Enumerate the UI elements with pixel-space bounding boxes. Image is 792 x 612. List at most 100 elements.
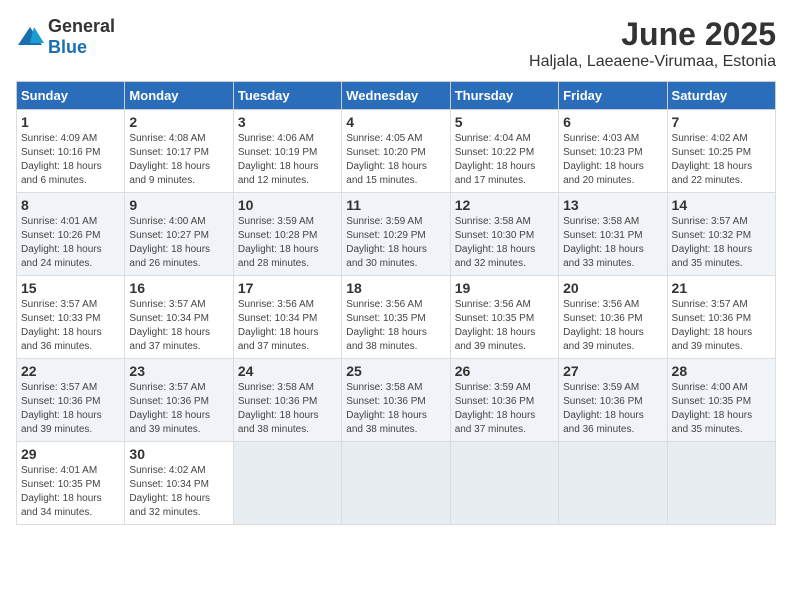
calendar-cell: 3Sunrise: 4:06 AMSunset: 10:19 PMDayligh… <box>233 110 341 193</box>
main-title: June 2025 <box>529 16 776 53</box>
day-header-saturday: Saturday <box>667 82 775 110</box>
day-detail: Sunrise: 3:58 AMSunset: 10:36 PMDaylight… <box>238 381 337 437</box>
calendar-cell: 23 Sunrise: 3:57 AMSunset: 10:36 PMDaylig… <box>125 359 233 442</box>
calendar-cell: 30 Sunrise: 4:02 AMSunset: 10:34 PMDaylig… <box>125 442 233 525</box>
calendar-cell: 15Sunrise: 3:57 AMSunset: 10:33 PMDaylig… <box>17 276 125 359</box>
day-header-wednesday: Wednesday <box>342 82 450 110</box>
day-detail: Sunrise: 3:58 AMSunset: 10:31 PMDaylight… <box>563 215 662 271</box>
day-detail: Sunrise: 3:57 AMSunset: 10:36 PMDaylight… <box>129 381 228 437</box>
calendar-cell: 28 Sunrise: 4:00 AMSunset: 10:35 PMDaylig… <box>667 359 775 442</box>
calendar-cell: 16 Sunrise: 3:57 AMSunset: 10:34 PMDaylig… <box>125 276 233 359</box>
calendar-cell: 21 Sunrise: 3:57 AMSunset: 10:36 PMDaylig… <box>667 276 775 359</box>
day-detail: Sunrise: 3:57 AMSunset: 10:32 PMDaylight… <box>672 215 771 271</box>
day-number: 3 <box>238 114 337 130</box>
day-detail: Sunrise: 4:00 AMSunset: 10:35 PMDaylight… <box>672 381 771 437</box>
calendar-cell: 19 Sunrise: 3:56 AMSunset: 10:35 PMDaylig… <box>450 276 558 359</box>
calendar-cell: 20 Sunrise: 3:56 AMSunset: 10:36 PMDaylig… <box>559 276 667 359</box>
day-detail: Sunrise: 4:04 AMSunset: 10:22 PMDaylight… <box>455 132 554 188</box>
day-detail: Sunrise: 3:57 AMSunset: 10:34 PMDaylight… <box>129 298 228 354</box>
calendar-cell <box>667 442 775 525</box>
day-detail: Sunrise: 4:01 AMSunset: 10:35 PMDaylight… <box>21 464 120 520</box>
day-number: 6 <box>563 114 662 130</box>
day-header-tuesday: Tuesday <box>233 82 341 110</box>
calendar-cell: 25 Sunrise: 3:58 AMSunset: 10:36 PMDaylig… <box>342 359 450 442</box>
day-number: 30 <box>129 446 228 462</box>
day-detail: Sunrise: 3:59 AMSunset: 10:36 PMDaylight… <box>455 381 554 437</box>
day-header-thursday: Thursday <box>450 82 558 110</box>
day-number: 2 <box>129 114 228 130</box>
day-number: 18 <box>346 280 445 296</box>
calendar-cell: 5 Sunrise: 4:04 AMSunset: 10:22 PMDayligh… <box>450 110 558 193</box>
week-row-4: 22Sunrise: 3:57 AMSunset: 10:36 PMDaylig… <box>17 359 776 442</box>
day-detail: Sunrise: 3:57 AMSunset: 10:33 PMDaylight… <box>21 298 120 354</box>
calendar-table: SundayMondayTuesdayWednesdayThursdayFrid… <box>16 81 776 525</box>
day-number: 28 <box>672 363 771 379</box>
day-number: 9 <box>129 197 228 213</box>
subtitle: Haljala, Laeaene-Virumaa, Estonia <box>529 53 776 71</box>
calendar-cell: 26 Sunrise: 3:59 AMSunset: 10:36 PMDaylig… <box>450 359 558 442</box>
day-number: 21 <box>672 280 771 296</box>
day-number: 29 <box>21 446 120 462</box>
calendar-cell <box>450 442 558 525</box>
day-detail: Sunrise: 4:02 AMSunset: 10:34 PMDaylight… <box>129 464 228 520</box>
calendar-cell <box>233 442 341 525</box>
day-detail: Sunrise: 3:56 AMSunset: 10:34 PMDaylight… <box>238 298 337 354</box>
title-area: June 2025 Haljala, Laeaene-Virumaa, Esto… <box>529 16 776 71</box>
week-row-1: 1 Sunrise: 4:09 AMSunset: 10:16 PMDayligh… <box>17 110 776 193</box>
calendar-cell: 29 Sunrise: 4:01 AMSunset: 10:35 PMDaylig… <box>17 442 125 525</box>
day-detail: Sunrise: 3:59 AMSunset: 10:36 PMDaylight… <box>563 381 662 437</box>
day-number: 5 <box>455 114 554 130</box>
calendar-cell <box>342 442 450 525</box>
day-detail: Sunrise: 3:57 AMSunset: 10:36 PMDaylight… <box>672 298 771 354</box>
day-number: 14 <box>672 197 771 213</box>
day-number: 16 <box>129 280 228 296</box>
calendar-cell: 24 Sunrise: 3:58 AMSunset: 10:36 PMDaylig… <box>233 359 341 442</box>
day-number: 13 <box>563 197 662 213</box>
header-row: SundayMondayTuesdayWednesdayThursdayFrid… <box>17 82 776 110</box>
day-number: 4 <box>346 114 445 130</box>
calendar-cell: 9 Sunrise: 4:00 AMSunset: 10:27 PMDayligh… <box>125 193 233 276</box>
day-detail: Sunrise: 3:58 AMSunset: 10:30 PMDaylight… <box>455 215 554 271</box>
day-detail: Sunrise: 4:00 AMSunset: 10:27 PMDaylight… <box>129 215 228 271</box>
logo-text: General Blue <box>48 16 115 58</box>
logo-blue: Blue <box>48 37 87 57</box>
page-header: General Blue June 2025 Haljala, Laeaene-… <box>16 16 776 71</box>
day-detail: Sunrise: 3:56 AMSunset: 10:35 PMDaylight… <box>455 298 554 354</box>
day-detail: Sunrise: 4:09 AMSunset: 10:16 PMDaylight… <box>21 132 120 188</box>
day-number: 25 <box>346 363 445 379</box>
day-detail: Sunrise: 4:02 AMSunset: 10:25 PMDaylight… <box>672 132 771 188</box>
day-detail: Sunrise: 4:05 AMSunset: 10:20 PMDaylight… <box>346 132 445 188</box>
day-number: 11 <box>346 197 445 213</box>
day-number: 26 <box>455 363 554 379</box>
logo-general: General <box>48 16 115 36</box>
calendar-cell: 13 Sunrise: 3:58 AMSunset: 10:31 PMDaylig… <box>559 193 667 276</box>
day-detail: Sunrise: 3:59 AMSunset: 10:29 PMDaylight… <box>346 215 445 271</box>
calendar-cell: 10Sunrise: 3:59 AMSunset: 10:28 PMDaylig… <box>233 193 341 276</box>
day-number: 7 <box>672 114 771 130</box>
day-number: 23 <box>129 363 228 379</box>
day-detail: Sunrise: 3:56 AMSunset: 10:36 PMDaylight… <box>563 298 662 354</box>
day-number: 24 <box>238 363 337 379</box>
calendar-cell: 11 Sunrise: 3:59 AMSunset: 10:29 PMDaylig… <box>342 193 450 276</box>
calendar-cell: 22Sunrise: 3:57 AMSunset: 10:36 PMDaylig… <box>17 359 125 442</box>
day-detail: Sunrise: 3:58 AMSunset: 10:36 PMDaylight… <box>346 381 445 437</box>
day-number: 1 <box>21 114 120 130</box>
calendar-cell: 12 Sunrise: 3:58 AMSunset: 10:30 PMDaylig… <box>450 193 558 276</box>
day-number: 20 <box>563 280 662 296</box>
logo: General Blue <box>16 16 115 58</box>
week-row-3: 15Sunrise: 3:57 AMSunset: 10:33 PMDaylig… <box>17 276 776 359</box>
calendar-cell: 7 Sunrise: 4:02 AMSunset: 10:25 PMDayligh… <box>667 110 775 193</box>
day-number: 19 <box>455 280 554 296</box>
day-detail: Sunrise: 4:03 AMSunset: 10:23 PMDaylight… <box>563 132 662 188</box>
week-row-2: 8Sunrise: 4:01 AMSunset: 10:26 PMDayligh… <box>17 193 776 276</box>
day-detail: Sunrise: 4:08 AMSunset: 10:17 PMDaylight… <box>129 132 228 188</box>
calendar-cell <box>559 442 667 525</box>
day-number: 10 <box>238 197 337 213</box>
week-row-5: 29 Sunrise: 4:01 AMSunset: 10:35 PMDaylig… <box>17 442 776 525</box>
day-detail: Sunrise: 3:57 AMSunset: 10:36 PMDaylight… <box>21 381 120 437</box>
day-number: 12 <box>455 197 554 213</box>
logo-icon <box>16 23 44 51</box>
calendar-cell: 2 Sunrise: 4:08 AMSunset: 10:17 PMDayligh… <box>125 110 233 193</box>
calendar-cell: 8Sunrise: 4:01 AMSunset: 10:26 PMDayligh… <box>17 193 125 276</box>
calendar-cell: 14 Sunrise: 3:57 AMSunset: 10:32 PMDaylig… <box>667 193 775 276</box>
